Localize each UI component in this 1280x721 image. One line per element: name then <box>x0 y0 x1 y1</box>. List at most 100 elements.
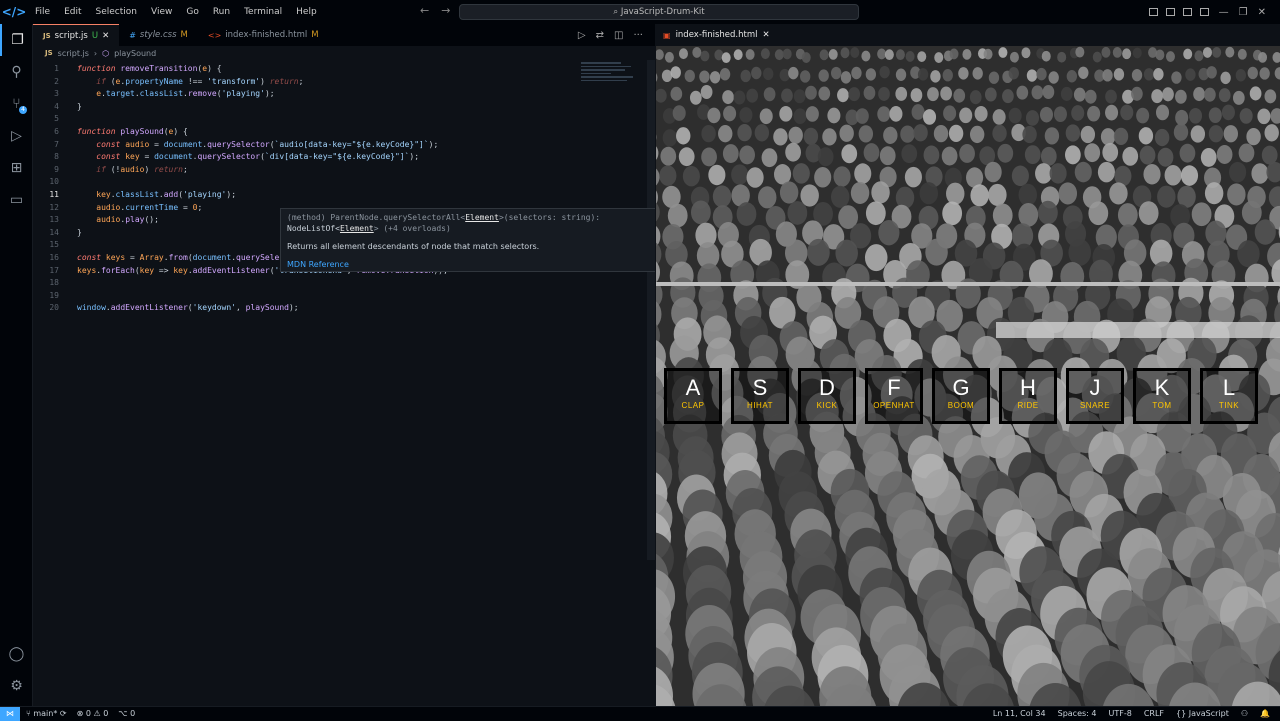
key-sound: KICK <box>801 401 853 410</box>
encoding[interactable]: UTF-8 <box>1108 709 1131 718</box>
customize-layout-icon[interactable] <box>1200 8 1209 16</box>
code-line[interactable]: 5 <box>33 114 593 127</box>
open-changes-icon[interactable]: ⇄ <box>596 30 604 41</box>
forward-arrow-icon[interactable]: → <box>441 4 450 17</box>
menu-item-edit[interactable]: Edit <box>57 7 88 17</box>
back-arrow-icon[interactable]: ← <box>420 4 429 17</box>
code-line[interactable]: 20window.addEventListener('keydown', pla… <box>33 303 593 316</box>
toggle-sidebar-icon[interactable] <box>1149 8 1158 16</box>
sig-prefix: (method) ParentNode.querySelectorAll< <box>287 213 465 222</box>
menu-item-file[interactable]: File <box>28 7 57 17</box>
language-mode[interactable]: {} JavaScript <box>1176 709 1229 718</box>
tab-style-css[interactable]: # style.css M <box>119 24 198 46</box>
command-center-search[interactable]: ⌕ JavaScript-Drum-Kit <box>459 4 859 20</box>
ports-indicator[interactable]: ⌥ 0 <box>118 709 135 718</box>
drum-key-g[interactable]: GBOOM <box>932 368 990 424</box>
code-line[interactable]: 18 <box>33 278 593 291</box>
menu-item-help[interactable]: Help <box>289 7 324 17</box>
extensions-icon[interactable]: ⊞ <box>0 152 33 184</box>
key-sound: OPENHAT <box>868 401 920 410</box>
drum-key-a[interactable]: ACLAP <box>664 368 722 424</box>
close-tab-icon[interactable]: ✕ <box>763 30 770 40</box>
hover-tooltip: (method) ParentNode.querySelectorAll<Ele… <box>280 208 690 272</box>
search-view-icon[interactable]: ⚲ <box>0 56 33 88</box>
drum-key-d[interactable]: DKICK <box>798 368 856 424</box>
run-file-icon[interactable]: ▷ <box>578 30 586 41</box>
tab-script-js[interactable]: JS script.js U ✕ <box>33 24 119 46</box>
key-letter: F <box>868 375 920 401</box>
split-editor-icon[interactable]: ◫ <box>614 30 623 41</box>
copilot-icon[interactable]: ⚇ <box>1241 709 1248 718</box>
restore-icon[interactable]: ❐ <box>1239 7 1248 18</box>
line-number: 19 <box>33 291 59 304</box>
minimap[interactable] <box>581 60 641 90</box>
editor-scrollbar[interactable] <box>647 60 655 560</box>
menu-item-terminal[interactable]: Terminal <box>237 7 289 17</box>
tab-status: M <box>181 30 188 40</box>
line-number: 5 <box>33 114 59 127</box>
drum-key-f[interactable]: FOPENHAT <box>865 368 923 424</box>
line-content: const key = document.querySelector(`div[… <box>59 152 419 165</box>
account-icon[interactable]: ◯ <box>0 638 33 670</box>
branch-indicator[interactable]: ⑂ main* ⟳ <box>26 709 67 718</box>
line-content: function removeTransition(e) { <box>59 64 222 77</box>
notifications-icon[interactable]: 🔔 <box>1260 709 1270 718</box>
code-line[interactable]: 9 if (!audio) return; <box>33 165 593 178</box>
drum-key-j[interactable]: JSNARE <box>1066 368 1124 424</box>
code-line[interactable]: 2 if (e.propertyName !== 'transform') re… <box>33 77 593 90</box>
drum-key-l[interactable]: LTINK <box>1200 368 1258 424</box>
key-letter: J <box>1069 375 1121 401</box>
code-line[interactable]: 6function playSound(e) { <box>33 127 593 140</box>
drum-key-s[interactable]: SHIHAT <box>731 368 789 424</box>
key-letter: K <box>1136 375 1188 401</box>
drum-key-h[interactable]: HRIDE <box>999 368 1057 424</box>
code-line[interactable]: 8 const key = document.querySelector(`di… <box>33 152 593 165</box>
menu-item-view[interactable]: View <box>144 7 179 17</box>
code-line[interactable]: 19 <box>33 291 593 304</box>
line-content: window.addEventListener('keydown', playS… <box>59 303 299 316</box>
line-number: 11 <box>33 190 59 203</box>
problems-indicator[interactable]: ⊗ 0 ⚠ 0 <box>77 709 109 718</box>
more-actions-icon[interactable]: ··· <box>633 30 643 41</box>
line-content: if (!audio) return; <box>59 165 188 178</box>
drum-key-k[interactable]: KTOM <box>1133 368 1191 424</box>
line-content: function playSound(e) { <box>59 127 188 140</box>
line-content: audio.currentTime = 0; <box>59 203 202 216</box>
line-number: 10 <box>33 177 59 190</box>
code-line[interactable]: 1function removeTransition(e) { <box>33 64 593 77</box>
crowd-background-image: ACLAPSHIHATDKICKFOPENHATGBOOMHRIDEJSNARE… <box>656 46 1280 706</box>
breadcrumb-symbol[interactable]: playSound <box>114 49 156 58</box>
code-line[interactable]: 3 e.target.classList.remove('playing'); <box>33 89 593 102</box>
remote-explorer-icon[interactable]: ▭ <box>0 184 33 216</box>
menu-item-go[interactable]: Go <box>179 7 205 17</box>
code-line[interactable]: 10 <box>33 177 593 190</box>
line-content: } <box>59 102 82 115</box>
code-line[interactable]: 11 key.classList.add('playing'); <box>33 190 593 203</box>
tooltip-description: Returns all element descendants of node … <box>287 242 683 251</box>
tab-index-finished-html[interactable]: <> index-finished.html M <box>198 24 329 46</box>
sig-suffix: >(selectors: string): <box>499 213 600 222</box>
code-line[interactable]: 4} <box>33 102 593 115</box>
line-number: 12 <box>33 203 59 216</box>
preview-tab[interactable]: ▣ index-finished.html ✕ <box>655 24 1280 46</box>
toggle-secondary-sidebar-icon[interactable] <box>1183 8 1192 16</box>
menu-item-run[interactable]: Run <box>206 7 237 17</box>
manage-gear-icon[interactable]: ⚙ <box>0 670 33 702</box>
run-debug-icon[interactable]: ▷ <box>0 120 33 152</box>
breadcrumb-file[interactable]: script.js <box>58 49 89 58</box>
source-control-icon[interactable]: ⑂ <box>0 88 33 120</box>
toggle-panel-icon[interactable] <box>1166 8 1175 16</box>
code-line[interactable]: 7 const audio = document.querySelector(`… <box>33 140 593 153</box>
end-of-line[interactable]: CRLF <box>1144 709 1164 718</box>
remote-indicator-icon[interactable]: ⋈ <box>0 707 20 721</box>
close-tab-icon[interactable]: ✕ <box>102 31 109 41</box>
tooltip-return: NodeListOf<Element> (+4 overloads) <box>287 224 683 233</box>
tab-status: M <box>311 30 318 40</box>
minimize-icon[interactable]: — <box>1219 7 1229 18</box>
cursor-position[interactable]: Ln 11, Col 34 <box>993 709 1046 718</box>
explorer-icon[interactable]: ❐ <box>0 24 33 56</box>
mdn-reference-link[interactable]: MDN Reference <box>287 260 683 269</box>
close-window-icon[interactable]: ✕ <box>1258 7 1266 18</box>
menu-item-selection[interactable]: Selection <box>89 7 144 17</box>
indentation[interactable]: Spaces: 4 <box>1058 709 1097 718</box>
